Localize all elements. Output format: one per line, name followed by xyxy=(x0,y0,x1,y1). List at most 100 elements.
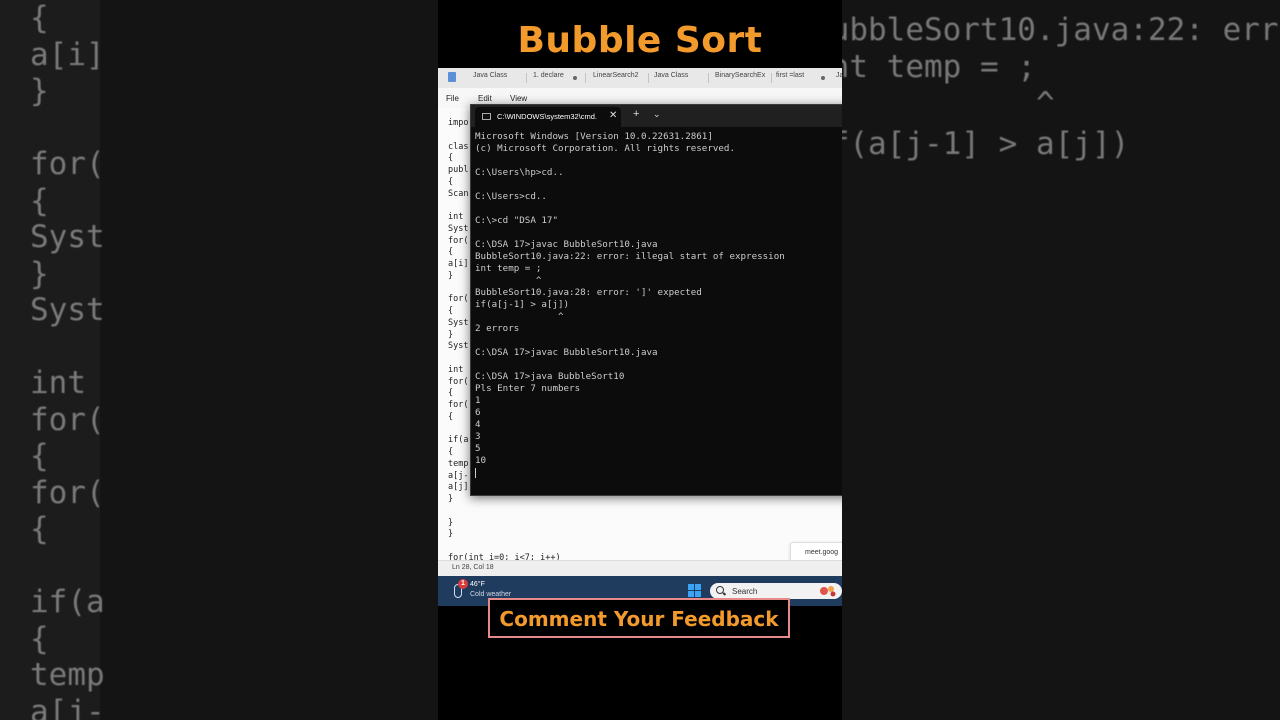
code-line: if(a xyxy=(448,435,469,446)
code-line: { xyxy=(448,153,454,164)
cmd-output-line: 2 errors xyxy=(475,323,520,334)
terminal-icon xyxy=(482,113,491,120)
code-line: Scan xyxy=(448,188,469,199)
code-line: publ xyxy=(448,165,469,175)
cmd-output-line: C:\Users\hp>cd.. xyxy=(475,167,564,178)
background-code-line: int temp = ; xyxy=(842,49,1036,85)
close-icon[interactable]: ✕ xyxy=(609,110,617,121)
editor-tab-bar: Java Class 1. declare LinearSearch2 Java… xyxy=(438,68,842,89)
cmd-output-line: C:\>cd "DSA 17" xyxy=(475,215,558,226)
code-line: { xyxy=(448,176,454,187)
code-line: temp xyxy=(448,458,469,469)
code-line: } xyxy=(448,529,454,540)
cmd-output-line: Pls Enter 7 numbers xyxy=(475,383,581,394)
weather-temperature[interactable]: 46°F xyxy=(470,581,485,588)
code-line: clas xyxy=(448,141,469,152)
background-code-line: { xyxy=(30,182,49,219)
cmd-output-line: if(a[j-1] > a[j]) xyxy=(475,299,570,310)
chevron-down-icon[interactable]: ⌄ xyxy=(653,109,661,120)
background-code-line: ^ xyxy=(1035,86,1055,122)
video-title: Bubble Sort xyxy=(517,20,763,61)
tab-separator xyxy=(585,73,586,83)
code-line: a[j] xyxy=(448,482,469,493)
editor-status-bar: Ln 28, Col 18 xyxy=(438,560,842,577)
tab-linear-search[interactable]: LinearSearch2 xyxy=(593,72,639,79)
code-line: a[j- xyxy=(448,470,469,481)
unsaved-dot-icon xyxy=(821,76,825,80)
search-label: Search xyxy=(732,587,758,596)
background-code-line: { xyxy=(30,0,49,36)
tab-separator xyxy=(708,73,709,83)
code-line: int xyxy=(448,364,464,375)
code-line: } xyxy=(448,329,454,340)
search-highlight-icon[interactable] xyxy=(818,583,838,599)
code-line: } xyxy=(448,270,454,281)
tab-separator xyxy=(648,73,649,83)
tab-declare[interactable]: 1. declare xyxy=(533,72,564,79)
code-line: for( xyxy=(448,376,469,387)
unsaved-dot-icon xyxy=(573,76,577,80)
menu-view[interactable]: View xyxy=(510,94,527,103)
background-code-line: int xyxy=(30,365,86,401)
new-tab-icon[interactable]: + xyxy=(633,108,639,120)
code-line: impo xyxy=(448,118,469,128)
code-line: for( xyxy=(448,400,469,410)
tab-separator xyxy=(526,73,527,83)
cmd-output-line: 10 xyxy=(475,455,487,466)
cmd-output-line: C:\Users>cd.. xyxy=(475,191,547,202)
tab-first-last[interactable]: first =last xyxy=(776,72,804,79)
cmd-output-line: C:\DSA 17>java BubbleSort10 xyxy=(475,371,625,382)
desktop-screen: Java Class 1. declare LinearSearch2 Java… xyxy=(438,68,842,606)
windows-start-icon[interactable] xyxy=(688,584,702,598)
background-code-line: } xyxy=(30,255,49,292)
tab-binary-search[interactable]: BinarySearchEx xyxy=(715,72,765,79)
feedback-banner: Comment Your Feedback xyxy=(488,598,790,638)
cmd-title-bar: C:\WINDOWS\system32\cmd. ✕ + ⌄ xyxy=(471,105,842,127)
tab-java-class[interactable]: Java Class xyxy=(473,72,507,79)
tab-java-class-2[interactable]: Java Class xyxy=(654,72,688,79)
cmd-output-line: C:\DSA 17>javac BubbleSort10.java xyxy=(475,347,658,358)
tab-overflow[interactable]: Ja xyxy=(836,72,842,79)
code-line: } xyxy=(448,494,454,504)
feedback-label: Comment Your Feedback xyxy=(499,607,779,631)
text-cursor xyxy=(475,468,476,478)
cmd-output-line: 5 xyxy=(475,443,481,454)
background-code-line: a[j- xyxy=(30,693,105,720)
menu-file[interactable]: File xyxy=(446,94,459,103)
cmd-output-line: 1 xyxy=(475,395,481,406)
background-left-blurred: {a[i]} for({Syst} Syst int for({for({if(a{te… xyxy=(0,0,438,720)
background-code-line: { xyxy=(30,438,49,474)
code-line: int xyxy=(448,212,464,222)
background-right-blurred: BubbleSort10.java:22: error: illegal sta… xyxy=(842,0,1280,720)
background-code-line: { xyxy=(30,620,49,657)
cmd-window[interactable]: C:\WINDOWS\system32\cmd. ✕ + ⌄ Microsoft… xyxy=(470,104,842,496)
weather-description[interactable]: Cold weather xyxy=(470,591,511,598)
cmd-output[interactable]: Microsoft Windows [Version 10.0.22631.28… xyxy=(475,131,842,491)
code-line: Syst xyxy=(448,341,469,352)
cmd-output-line: (c) Microsoft Corporation. All rights re… xyxy=(475,143,735,154)
code-line: Syst xyxy=(448,317,469,328)
background-code-line: for( xyxy=(30,401,105,438)
background-code-line: a[i] xyxy=(30,36,105,73)
background-code-line: } xyxy=(30,73,49,109)
code-line: { xyxy=(448,306,454,316)
background-code-line: { xyxy=(30,511,49,547)
file-icon xyxy=(448,72,456,82)
code-line: for( xyxy=(448,235,469,246)
cursor-position: Ln 28, Col 18 xyxy=(452,564,494,571)
cmd-tab[interactable]: C:\WINDOWS\system32\cmd. ✕ xyxy=(475,107,621,127)
cmd-output-line: int temp = ; xyxy=(475,263,542,274)
cmd-output-line: BubbleSort10.java:22: error: illegal sta… xyxy=(475,251,785,262)
code-line: for( xyxy=(448,294,469,305)
background-code-line: BubbleSort10.java:22: error: illegal sta… xyxy=(842,12,1280,48)
code-line: { xyxy=(448,247,454,258)
cmd-output-line: BubbleSort10.java:28: error: ']' expecte… xyxy=(475,287,702,298)
menu-edit[interactable]: Edit xyxy=(478,94,492,103)
code-line: } xyxy=(448,517,454,528)
cmd-output-line: ^ xyxy=(475,275,542,286)
background-code-line: Syst xyxy=(30,292,105,328)
code-line: { xyxy=(448,388,454,399)
background-code-line: temp xyxy=(30,657,105,693)
tab-separator xyxy=(771,73,772,83)
background-code-line: if(a xyxy=(30,584,105,620)
